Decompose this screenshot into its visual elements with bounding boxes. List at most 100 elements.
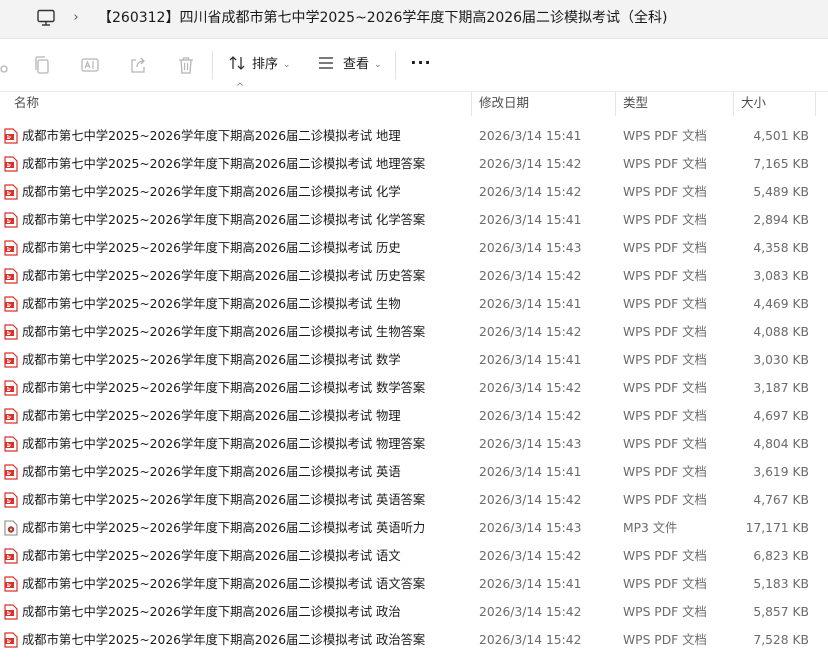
share-icon[interactable] xyxy=(128,55,148,75)
toolbar-divider xyxy=(212,51,213,79)
file-name: 成都市第七中学2025~2026学年度下期高2026届二诊模拟考试 英语听力 xyxy=(22,521,426,535)
file-modified-date: 2026/3/14 15:42 xyxy=(479,633,582,647)
file-name: 成都市第七中学2025~2026学年度下期高2026届二诊模拟考试 英语 xyxy=(22,465,401,479)
file-row[interactable]: 成都市第七中学2025~2026学年度下期高2026届二诊模拟考试 数学 2026… xyxy=(0,346,828,374)
column-resize-handle[interactable] xyxy=(471,92,472,116)
file-modified-date: 2026/3/14 15:43 xyxy=(479,521,582,535)
file-size: 4,501 KB xyxy=(753,129,809,143)
file-size: 4,358 KB xyxy=(753,241,809,255)
column-header-modified[interactable]: 修改日期 xyxy=(479,92,529,116)
pdf-file-icon xyxy=(4,240,18,256)
column-resize-handle[interactable] xyxy=(815,92,816,116)
file-row[interactable]: 成都市第七中学2025~2026学年度下期高2026届二诊模拟考试 语文答案 20… xyxy=(0,570,828,598)
file-modified-date: 2026/3/14 15:42 xyxy=(479,549,582,563)
column-resize-handle[interactable] xyxy=(615,92,616,116)
chevron-down-icon: ⌄ xyxy=(283,60,291,70)
file-name: 成都市第七中学2025~2026学年度下期高2026届二诊模拟考试 数学答案 xyxy=(22,381,426,395)
address-bar[interactable]: › 【260312】四川省成都市第七中学2025~2026学年度下期高2026届… xyxy=(0,0,828,39)
pdf-file-icon xyxy=(4,324,18,340)
file-size: 5,489 KB xyxy=(753,185,809,199)
file-row[interactable]: 成都市第七中学2025~2026学年度下期高2026届二诊模拟考试 物理答案 20… xyxy=(0,430,828,458)
file-modified-date: 2026/3/14 15:41 xyxy=(479,213,582,227)
file-row[interactable]: 成都市第七中学2025~2026学年度下期高2026届二诊模拟考试 地理答案 20… xyxy=(0,150,828,178)
file-type: WPS PDF 文档 xyxy=(623,213,707,227)
file-explorer-window: › 【260312】四川省成都市第七中学2025~2026学年度下期高2026届… xyxy=(0,0,828,671)
column-header-type[interactable]: 类型 xyxy=(623,92,648,116)
file-row[interactable]: 成都市第七中学2025~2026学年度下期高2026届二诊模拟考试 历史答案 20… xyxy=(0,262,828,290)
pdf-file-icon xyxy=(4,492,18,508)
cut-icon[interactable] xyxy=(0,55,10,75)
sort-ascending-icon: ^ xyxy=(235,82,245,93)
column-header-name[interactable]: 名称 xyxy=(14,92,39,116)
file-name: 成都市第七中学2025~2026学年度下期高2026届二诊模拟考试 物理答案 xyxy=(22,437,426,451)
file-row[interactable]: 成都市第七中学2025~2026学年度下期高2026届二诊模拟考试 政治 2026… xyxy=(0,598,828,626)
pdf-file-icon xyxy=(4,576,18,592)
sort-label: 排序 xyxy=(252,57,279,72)
file-type: WPS PDF 文档 xyxy=(623,269,707,283)
file-size: 3,619 KB xyxy=(753,465,809,479)
file-type: WPS PDF 文档 xyxy=(623,605,707,619)
command-bar: 排序 ⌄ 查看 ⌄ ··· xyxy=(0,39,828,92)
pdf-file-icon xyxy=(4,604,18,620)
pdf-file-icon xyxy=(4,212,18,228)
file-modified-date: 2026/3/14 15:42 xyxy=(479,381,582,395)
file-name: 成都市第七中学2025~2026学年度下期高2026届二诊模拟考试 生物 xyxy=(22,297,401,311)
computer-icon[interactable] xyxy=(36,9,56,27)
sort-button[interactable]: 排序 ⌄ xyxy=(228,53,291,77)
file-row[interactable]: 成都市第七中学2025~2026学年度下期高2026届二诊模拟考试 英语 2026… xyxy=(0,458,828,486)
breadcrumb-current-folder[interactable]: 【260312】四川省成都市第七中学2025~2026学年度下期高2026届二诊… xyxy=(98,8,818,28)
file-size: 4,469 KB xyxy=(753,297,809,311)
file-modified-date: 2026/3/14 15:42 xyxy=(479,493,582,507)
file-type: WPS PDF 文档 xyxy=(623,185,707,199)
pdf-file-icon xyxy=(4,352,18,368)
toolbar-divider xyxy=(395,51,396,79)
file-row[interactable]: 成都市第七中学2025~2026学年度下期高2026届二诊模拟考试 英语听力 20… xyxy=(0,514,828,542)
file-row[interactable]: 成都市第七中学2025~2026学年度下期高2026届二诊模拟考试 数学答案 20… xyxy=(0,374,828,402)
file-modified-date: 2026/3/14 15:42 xyxy=(479,409,582,423)
file-row[interactable]: 成都市第七中学2025~2026学年度下期高2026届二诊模拟考试 化学答案 20… xyxy=(0,206,828,234)
file-row[interactable]: 成都市第七中学2025~2026学年度下期高2026届二诊模拟考试 历史 2026… xyxy=(0,234,828,262)
file-name: 成都市第七中学2025~2026学年度下期高2026届二诊模拟考试 地理答案 xyxy=(22,157,426,171)
view-button[interactable]: 查看 ⌄ xyxy=(317,53,382,77)
file-size: 3,187 KB xyxy=(753,381,809,395)
file-row[interactable]: 成都市第七中学2025~2026学年度下期高2026届二诊模拟考试 物理 2026… xyxy=(0,402,828,430)
file-type: WPS PDF 文档 xyxy=(623,409,707,423)
breadcrumb-separator-icon[interactable]: › xyxy=(70,9,82,27)
file-size: 5,183 KB xyxy=(753,577,809,591)
pdf-file-icon xyxy=(4,464,18,480)
file-name: 成都市第七中学2025~2026学年度下期高2026届二诊模拟考试 历史答案 xyxy=(22,269,426,283)
file-size: 6,823 KB xyxy=(753,549,809,563)
file-row[interactable]: 成都市第七中学2025~2026学年度下期高2026届二诊模拟考试 地理 2026… xyxy=(0,122,828,150)
more-options-button[interactable]: ··· xyxy=(410,53,432,77)
file-type: WPS PDF 文档 xyxy=(623,325,707,339)
rename-icon[interactable] xyxy=(80,55,100,75)
file-modified-date: 2026/3/14 15:43 xyxy=(479,437,582,451)
file-name: 成都市第七中学2025~2026学年度下期高2026届二诊模拟考试 化学 xyxy=(22,185,401,199)
file-row[interactable]: 成都市第七中学2025~2026学年度下期高2026届二诊模拟考试 政治答案 20… xyxy=(0,626,828,654)
file-row[interactable]: 成都市第七中学2025~2026学年度下期高2026届二诊模拟考试 生物 2026… xyxy=(0,290,828,318)
file-name: 成都市第七中学2025~2026学年度下期高2026届二诊模拟考试 英语答案 xyxy=(22,493,426,507)
pdf-file-icon xyxy=(4,184,18,200)
file-type: WPS PDF 文档 xyxy=(623,241,707,255)
file-modified-date: 2026/3/14 15:41 xyxy=(479,353,582,367)
file-size: 2,894 KB xyxy=(753,213,809,227)
file-row[interactable]: 成都市第七中学2025~2026学年度下期高2026届二诊模拟考试 语文 2026… xyxy=(0,542,828,570)
file-row[interactable]: 成都市第七中学2025~2026学年度下期高2026届二诊模拟考试 英语答案 20… xyxy=(0,486,828,514)
column-header-size[interactable]: 大小 xyxy=(741,92,766,116)
file-modified-date: 2026/3/14 15:41 xyxy=(479,465,582,479)
file-type: WPS PDF 文档 xyxy=(623,437,707,451)
copy-icon[interactable] xyxy=(32,55,52,75)
file-row[interactable]: 成都市第七中学2025~2026学年度下期高2026届二诊模拟考试 化学 2026… xyxy=(0,178,828,206)
file-name: 成都市第七中学2025~2026学年度下期高2026届二诊模拟考试 语文 xyxy=(22,549,401,563)
file-name: 成都市第七中学2025~2026学年度下期高2026届二诊模拟考试 政治 xyxy=(22,605,401,619)
delete-icon[interactable] xyxy=(176,55,196,75)
file-size: 3,083 KB xyxy=(753,269,809,283)
file-type: WPS PDF 文档 xyxy=(623,157,707,171)
file-name: 成都市第七中学2025~2026学年度下期高2026届二诊模拟考试 物理 xyxy=(22,409,401,423)
file-row[interactable]: 成都市第七中学2025~2026学年度下期高2026届二诊模拟考试 生物答案 20… xyxy=(0,318,828,346)
file-size: 17,171 KB xyxy=(745,521,809,535)
column-header-row: 名称 修改日期 类型 大小 xyxy=(0,92,828,116)
file-type: WPS PDF 文档 xyxy=(623,493,707,507)
column-resize-handle[interactable] xyxy=(733,92,734,116)
file-type: WPS PDF 文档 xyxy=(623,577,707,591)
